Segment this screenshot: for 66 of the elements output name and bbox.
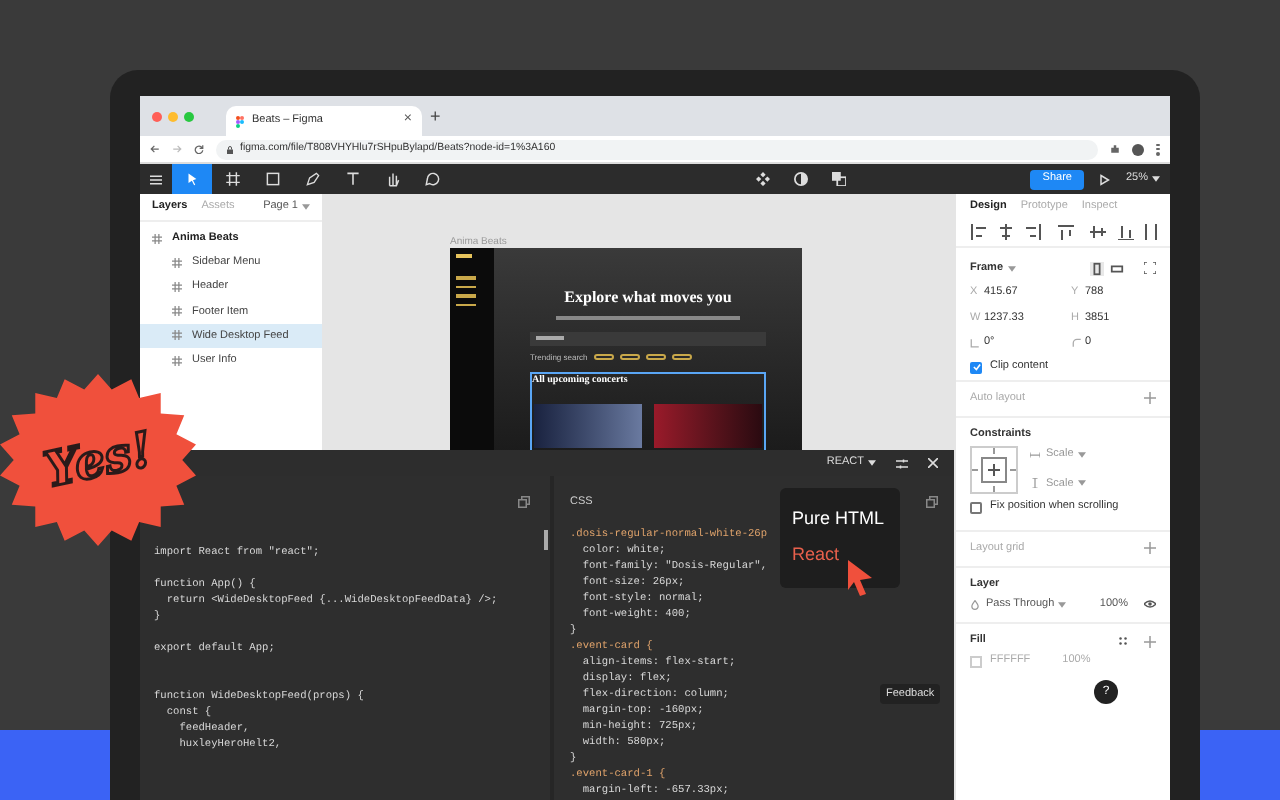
new-tab-button[interactable]: + [430, 107, 441, 125]
framework-option[interactable]: Pure HTML [792, 500, 888, 536]
style-grid-icon[interactable] [1118, 636, 1128, 646]
caret-icon [1058, 601, 1067, 607]
alignment-icons[interactable] [970, 224, 1158, 240]
menu-icon[interactable] [150, 173, 162, 185]
caret-icon [868, 460, 876, 466]
speech-bubble-icon [423, 170, 441, 188]
rectangle-icon [263, 170, 281, 188]
checkbox[interactable] [970, 501, 982, 513]
framework-option[interactable]: React [792, 536, 888, 572]
concert-photo-placeholder [534, 403, 642, 447]
frame-icon [152, 233, 162, 244]
landscape-icon[interactable] [1110, 261, 1124, 275]
tag-chip[interactable] [645, 354, 666, 360]
pen-icon [303, 170, 321, 188]
contrast-icon[interactable] [794, 172, 809, 186]
caret-icon [1077, 451, 1086, 458]
rotation-icon [970, 337, 980, 348]
profile-avatar[interactable] [1132, 143, 1144, 155]
resize-icon[interactable] [1144, 262, 1156, 274]
frame-icon [172, 306, 182, 317]
corner-radius-icon [1071, 337, 1081, 348]
tag-chip[interactable] [619, 354, 640, 360]
hash-icon [223, 170, 241, 188]
scrollbar[interactable] [544, 530, 548, 550]
extensions-icon[interactable] [1110, 144, 1120, 154]
color-swatch[interactable] [970, 655, 982, 667]
caret-icon [1077, 480, 1086, 487]
text-tool-icon [343, 170, 361, 188]
play-icon[interactable] [1097, 173, 1110, 185]
plus-icon[interactable] [1144, 542, 1156, 554]
portrait-icon[interactable] [1090, 261, 1104, 275]
copy-icon[interactable] [518, 496, 530, 508]
plus-icon[interactable] [1144, 635, 1156, 647]
figma-logo-icon [236, 115, 244, 127]
hero-title: Explore what moves you [564, 288, 732, 308]
frame-icon [172, 330, 182, 341]
constraints-widget[interactable] [970, 445, 1018, 493]
frame-icon [172, 281, 182, 292]
copy-icon[interactable] [926, 496, 938, 508]
boolean-icon[interactable] [832, 172, 847, 186]
caret-icon [1007, 265, 1016, 271]
plus-icon[interactable] [1144, 392, 1156, 404]
caret-icon [302, 204, 310, 210]
search-field[interactable] [530, 331, 766, 345]
close-icon[interactable] [928, 458, 938, 468]
hand-icon [383, 170, 401, 188]
eye-icon[interactable] [1144, 598, 1156, 610]
back-arrow-icon[interactable] [150, 144, 160, 154]
tag-chip[interactable] [671, 354, 692, 360]
lock-icon [226, 145, 234, 153]
reload-icon[interactable] [194, 144, 204, 154]
blend-icon [970, 599, 980, 609]
badge-text: Yes! [37, 417, 159, 503]
concert-photo-placeholder [654, 403, 762, 447]
frame-icon [172, 257, 182, 268]
vertical-constraint-icon [1030, 478, 1040, 489]
tag-chip[interactable] [593, 354, 614, 360]
horizontal-constraint-icon [1030, 449, 1040, 460]
cursor-icon [183, 170, 201, 188]
component-icon[interactable] [756, 172, 771, 186]
frame-icon [172, 355, 182, 366]
settings-sliders-icon[interactable] [896, 457, 908, 469]
cursor-arrow-icon [844, 558, 876, 598]
caret-icon [1152, 176, 1160, 182]
